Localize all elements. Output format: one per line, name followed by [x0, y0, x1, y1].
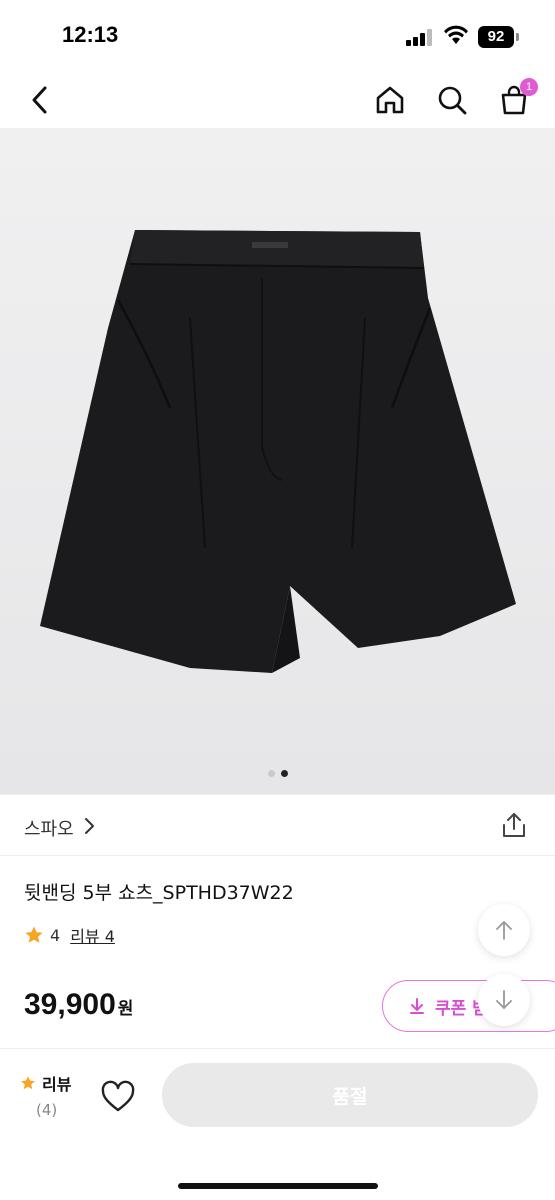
pager-dot[interactable]: [267, 770, 275, 777]
soldout-button[interactable]: 품절: [162, 1063, 538, 1127]
currency: 원: [117, 999, 134, 1019]
rating-row: 4 리뷰 4: [24, 924, 115, 946]
arrow-up-icon: [496, 921, 512, 940]
wifi-icon: [444, 25, 468, 44]
pager-dot-active[interactable]: [280, 770, 288, 777]
bottom-action-bar: 리뷰 (4) 품절: [0, 1048, 555, 1200]
star-icon: [25, 926, 43, 943]
star-icon: [21, 1076, 35, 1090]
battery-icon: 92: [478, 26, 520, 48]
chevron-left-icon: [32, 86, 47, 114]
home-indicator: [178, 1183, 378, 1189]
arrow-down-icon: [496, 990, 512, 1009]
price: 39,900: [24, 988, 116, 1021]
search-button[interactable]: [432, 80, 472, 120]
status-bar: 12:13 92: [0, 0, 555, 72]
review-summary[interactable]: 리뷰 (4): [20, 1071, 90, 1119]
review-link[interactable]: 리뷰 4: [70, 923, 115, 947]
home-icon: [376, 86, 404, 114]
heart-icon[interactable]: [100, 1079, 136, 1115]
review-count: (4): [36, 1101, 58, 1119]
image-pager: [0, 770, 555, 780]
review-summary-label: 리뷰: [42, 1075, 72, 1094]
product-image[interactable]: [0, 128, 555, 794]
search-icon: [438, 86, 467, 115]
price-row: 39,900 원: [24, 988, 133, 1028]
back-button[interactable]: [20, 80, 60, 120]
scroll-bottom-button[interactable]: [478, 974, 530, 1026]
rating-value: 4: [50, 925, 61, 945]
shorts-image: [0, 128, 555, 794]
download-icon: [410, 998, 424, 1014]
scroll-top-button[interactable]: [478, 904, 530, 956]
brand-name[interactable]: 스파오: [24, 815, 74, 841]
product-title: 뒷밴딩 5부 쇼츠_SPTHD37W22: [24, 882, 294, 904]
cart-count-badge: 1: [520, 78, 538, 96]
chevron-right-icon: [85, 818, 94, 834]
brand-row[interactable]: 스파오: [0, 794, 555, 856]
home-button[interactable]: [370, 80, 410, 120]
status-time: 12:13: [62, 22, 119, 47]
signal-icon: [406, 28, 434, 46]
cart-button[interactable]: 1: [494, 78, 538, 120]
share-icon[interactable]: [500, 811, 528, 839]
navigation-bar: 1: [0, 72, 555, 128]
battery-level: 92: [478, 26, 514, 48]
